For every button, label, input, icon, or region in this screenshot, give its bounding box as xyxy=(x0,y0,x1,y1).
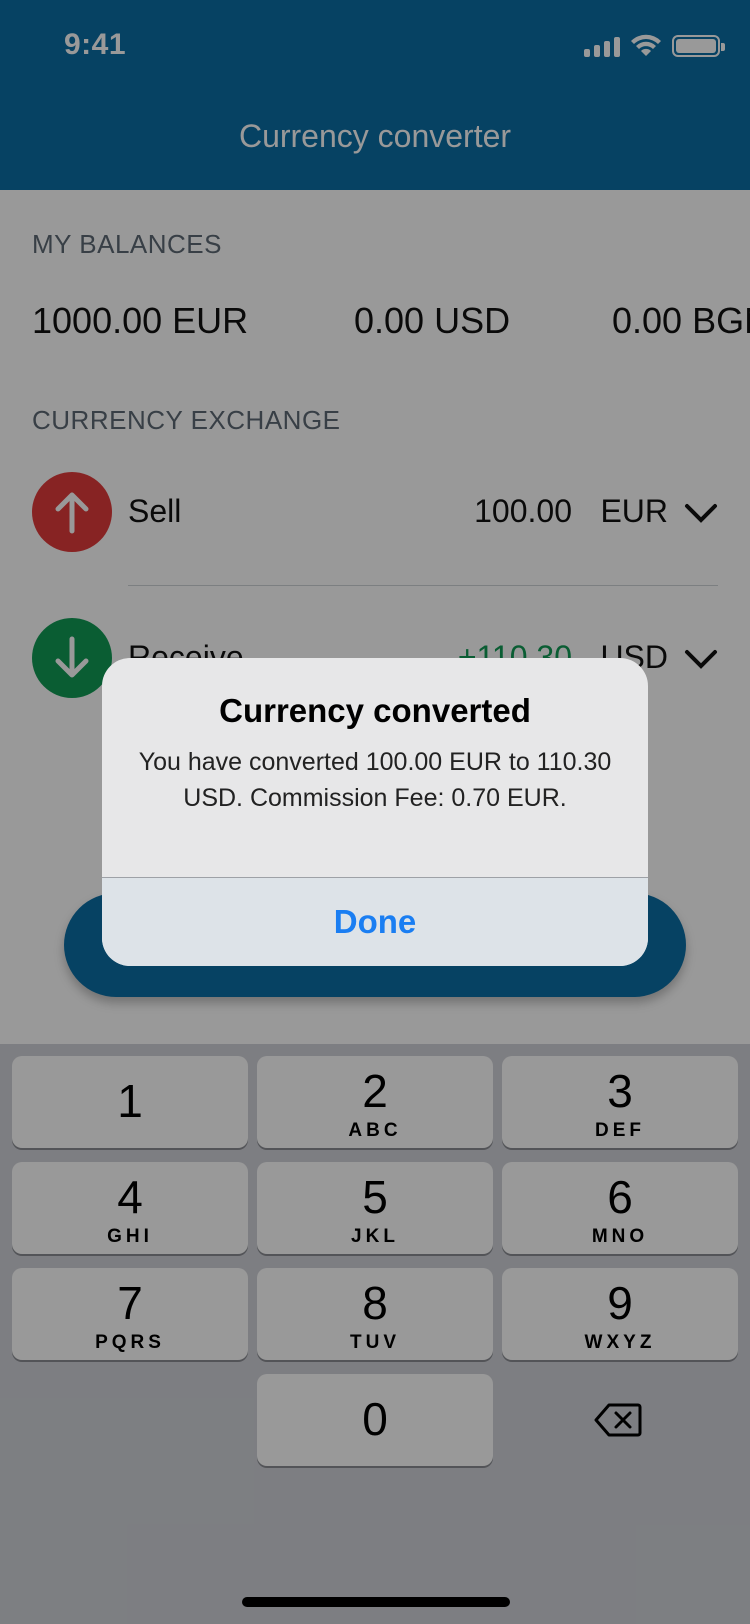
alert-title: Currency converted xyxy=(219,692,531,729)
alert-message: You have converted 100.00 EUR to 110.30 … xyxy=(138,748,612,812)
alert-dialog: Currency converted You have converted 10… xyxy=(102,658,648,966)
done-button[interactable]: Done xyxy=(102,878,648,966)
currency-converter-screen: 9:41 Currency converter MY BALANCES 1000… xyxy=(0,0,750,1624)
